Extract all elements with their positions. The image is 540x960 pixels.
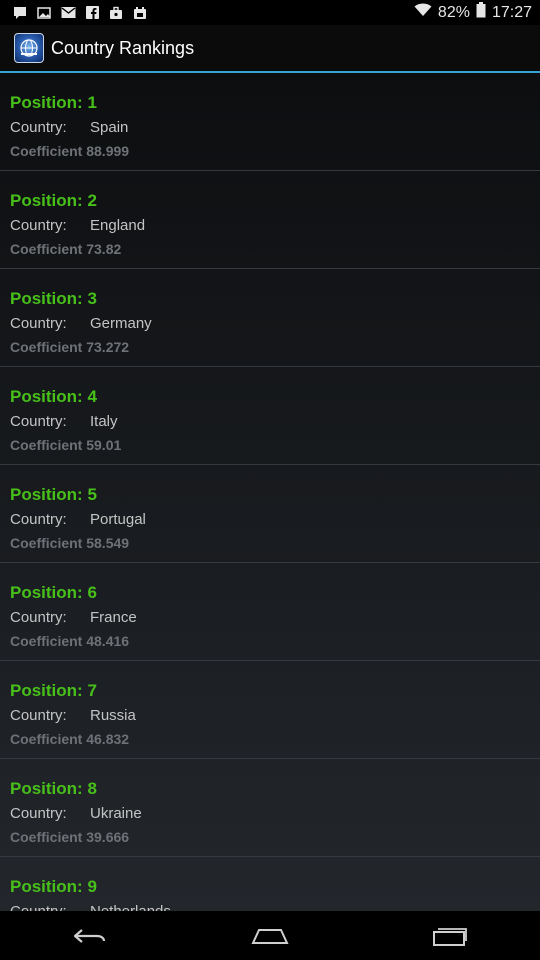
position-label: Position: 8 <box>10 779 97 798</box>
coefficient-value: Coefficient 58.549 <box>10 535 130 551</box>
rankings-list[interactable]: Position: 1 Country: Spain Coefficient 8… <box>0 73 540 911</box>
coefficient-value: Coefficient 46.832 <box>10 731 130 747</box>
country-name: Spain <box>90 119 129 136</box>
country-label: Country: <box>10 707 67 724</box>
coefficient-value: Coefficient 73.272 <box>10 339 130 355</box>
country-label: Country: <box>10 805 67 822</box>
action-bar: Country Rankings <box>0 25 540 73</box>
country-name: Russia <box>90 707 136 724</box>
facebook-icon <box>84 5 100 21</box>
clock: 17:27 <box>491 3 532 21</box>
country-label: Country: <box>10 217 67 234</box>
status-bar: 82% 17:27 <box>0 0 540 25</box>
country-name: Italy <box>90 413 118 430</box>
back-icon[interactable] <box>60 916 120 956</box>
position-label: Position: 5 <box>10 485 97 504</box>
country-name: Germany <box>90 315 152 332</box>
list-item[interactable]: Position: 6 Country: France Coefficient … <box>0 563 540 661</box>
position-label: Position: 2 <box>10 191 97 210</box>
notification-icons <box>0 5 148 21</box>
list-item[interactable]: Position: 2 Country: England Coefficient… <box>0 171 540 269</box>
list-item[interactable]: Position: 1 Country: Spain Coefficient 8… <box>0 73 540 171</box>
list-item[interactable]: Position: 8 Country: Ukraine Coefficient… <box>0 759 540 857</box>
country-name: Ukraine <box>90 805 142 822</box>
position-label: Position: 3 <box>10 289 97 308</box>
coefficient-value: Coefficient 48.416 <box>10 633 130 649</box>
position-label: Position: 1 <box>10 93 97 112</box>
globe-icon[interactable] <box>14 33 44 63</box>
mail-icon <box>60 5 76 21</box>
position-label: Position: 7 <box>10 681 97 700</box>
battery-percent: 82% <box>437 3 470 21</box>
list-item[interactable]: Position: 4 Country: Italy Coefficient 5… <box>0 367 540 465</box>
recents-icon[interactable] <box>420 916 480 956</box>
list-item[interactable]: Position: 5 Country: Portugal Coefficien… <box>0 465 540 563</box>
home-icon[interactable] <box>240 916 300 956</box>
coefficient-value: Coefficient 88.999 <box>10 143 130 159</box>
navigation-bar <box>0 911 540 960</box>
country-name: England <box>90 217 146 234</box>
coefficient-value: Coefficient 39.666 <box>10 829 130 845</box>
list-item[interactable]: Position: 3 Country: Germany Coefficient… <box>0 269 540 367</box>
position-label: Position: 6 <box>10 583 97 602</box>
country-name: Portugal <box>90 511 146 528</box>
country-label: Country: <box>10 315 67 332</box>
screen: 82% 17:27 Country Rankings Position: 1 C… <box>0 0 540 960</box>
list-item[interactable]: Position: 7 Country: Russia Coefficient … <box>0 661 540 759</box>
calendar-icon <box>132 5 148 21</box>
country-name: Netherlands <box>90 903 171 911</box>
position-label: Position: 9 <box>10 877 97 896</box>
position-label: Position: 4 <box>10 387 97 406</box>
page-title: Country Rankings <box>51 37 195 58</box>
briefcase-icon <box>108 5 124 21</box>
image-icon <box>36 5 52 21</box>
list-item[interactable]: Position: 9 Country: Netherlands <box>0 857 540 911</box>
country-label: Country: <box>10 119 67 136</box>
status-right: 82% 17:27 <box>414 2 540 23</box>
country-name: France <box>90 609 137 626</box>
country-label: Country: <box>10 903 67 911</box>
battery-icon <box>476 2 486 23</box>
country-label: Country: <box>10 511 67 528</box>
country-label: Country: <box>10 413 67 430</box>
coefficient-value: Coefficient 73.82 <box>10 241 122 257</box>
coefficient-value: Coefficient 59.01 <box>10 437 122 453</box>
wifi-icon <box>414 3 432 22</box>
chat-icon <box>12 5 28 21</box>
country-label: Country: <box>10 609 67 626</box>
